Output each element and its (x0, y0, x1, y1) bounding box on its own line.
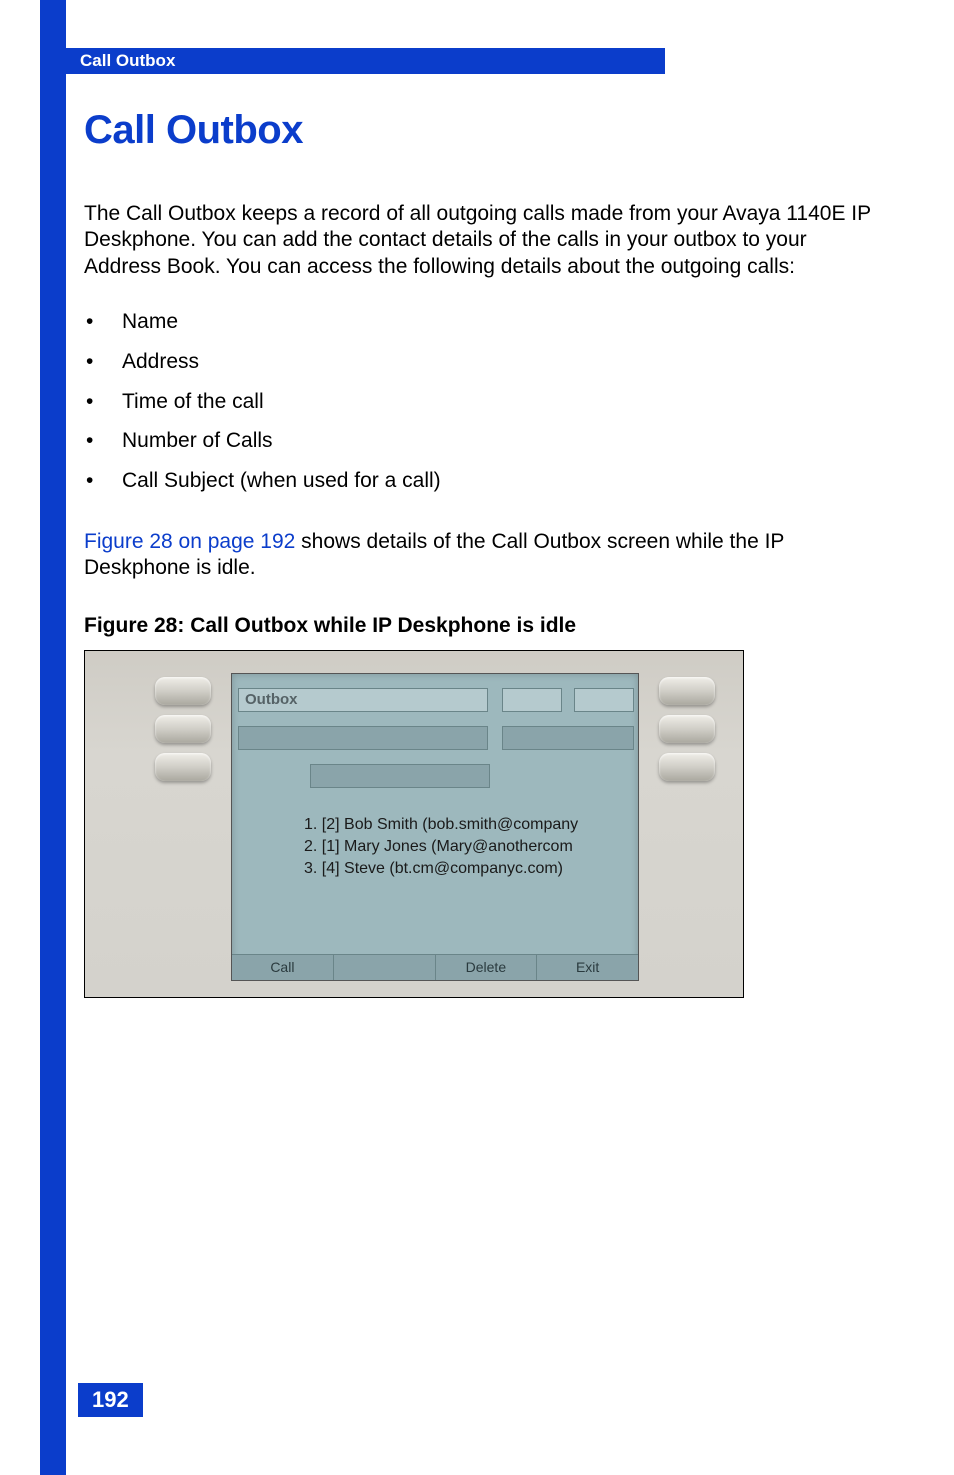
figure-image: Outbox 1. [2] Bob Smith (bob.smith@compa… (84, 650, 744, 998)
right-physical-buttons (659, 677, 715, 791)
running-header-text: Call Outbox (80, 51, 175, 71)
running-header: Call Outbox (40, 48, 665, 74)
physical-button (659, 753, 715, 781)
outbox-entries: 1. [2] Bob Smith (bob.smith@company 2. [… (304, 814, 578, 881)
list-item: Call Subject (when used for a call) (84, 461, 874, 501)
physical-button (659, 715, 715, 743)
figure-reference-paragraph: Figure 28 on page 192 shows details of t… (84, 529, 874, 582)
list-item: Address (84, 342, 874, 382)
screen-slot (310, 764, 490, 788)
outbox-entry: 2. [1] Mary Jones (Mary@anothercom (304, 836, 578, 858)
page-content: Call Outbox The Call Outbox keeps a reco… (84, 108, 874, 998)
physical-button (155, 677, 211, 705)
list-item: Name (84, 302, 874, 342)
phone-body: Outbox 1. [2] Bob Smith (bob.smith@compa… (85, 651, 743, 997)
outbox-entry: 3. [4] Steve (bt.cm@companyc.com) (304, 858, 578, 880)
softkey-blank (334, 954, 436, 980)
phone-screen: Outbox 1. [2] Bob Smith (bob.smith@compa… (231, 673, 639, 981)
physical-button (155, 753, 211, 781)
screen-slot (238, 726, 488, 750)
page-title: Call Outbox (84, 108, 874, 153)
screen-slot (502, 726, 634, 750)
screen-title: Outbox (245, 691, 298, 708)
intro-paragraph: The Call Outbox keeps a record of all ou… (84, 201, 874, 280)
figure-reference-link[interactable]: Figure 28 on page 192 (84, 530, 295, 553)
softkey-bar: Call Delete Exit (232, 954, 638, 980)
screen-slot (574, 688, 634, 712)
softkey-exit: Exit (537, 954, 638, 980)
softkey-delete: Delete (436, 954, 538, 980)
screen-slot (502, 688, 562, 712)
page-number: 192 (78, 1383, 143, 1417)
list-item: Number of Calls (84, 421, 874, 461)
physical-button (155, 715, 211, 743)
physical-button (659, 677, 715, 705)
outbox-entry: 1. [2] Bob Smith (bob.smith@company (304, 814, 578, 836)
figure-caption: Figure 28: Call Outbox while IP Deskphon… (84, 614, 874, 638)
sidebar-stripe (40, 0, 66, 1475)
list-item: Time of the call (84, 382, 874, 422)
screen-title-slot: Outbox (238, 688, 488, 712)
left-physical-buttons (155, 677, 211, 791)
softkey-call: Call (232, 954, 334, 980)
details-list: Name Address Time of the call Number of … (84, 302, 874, 501)
